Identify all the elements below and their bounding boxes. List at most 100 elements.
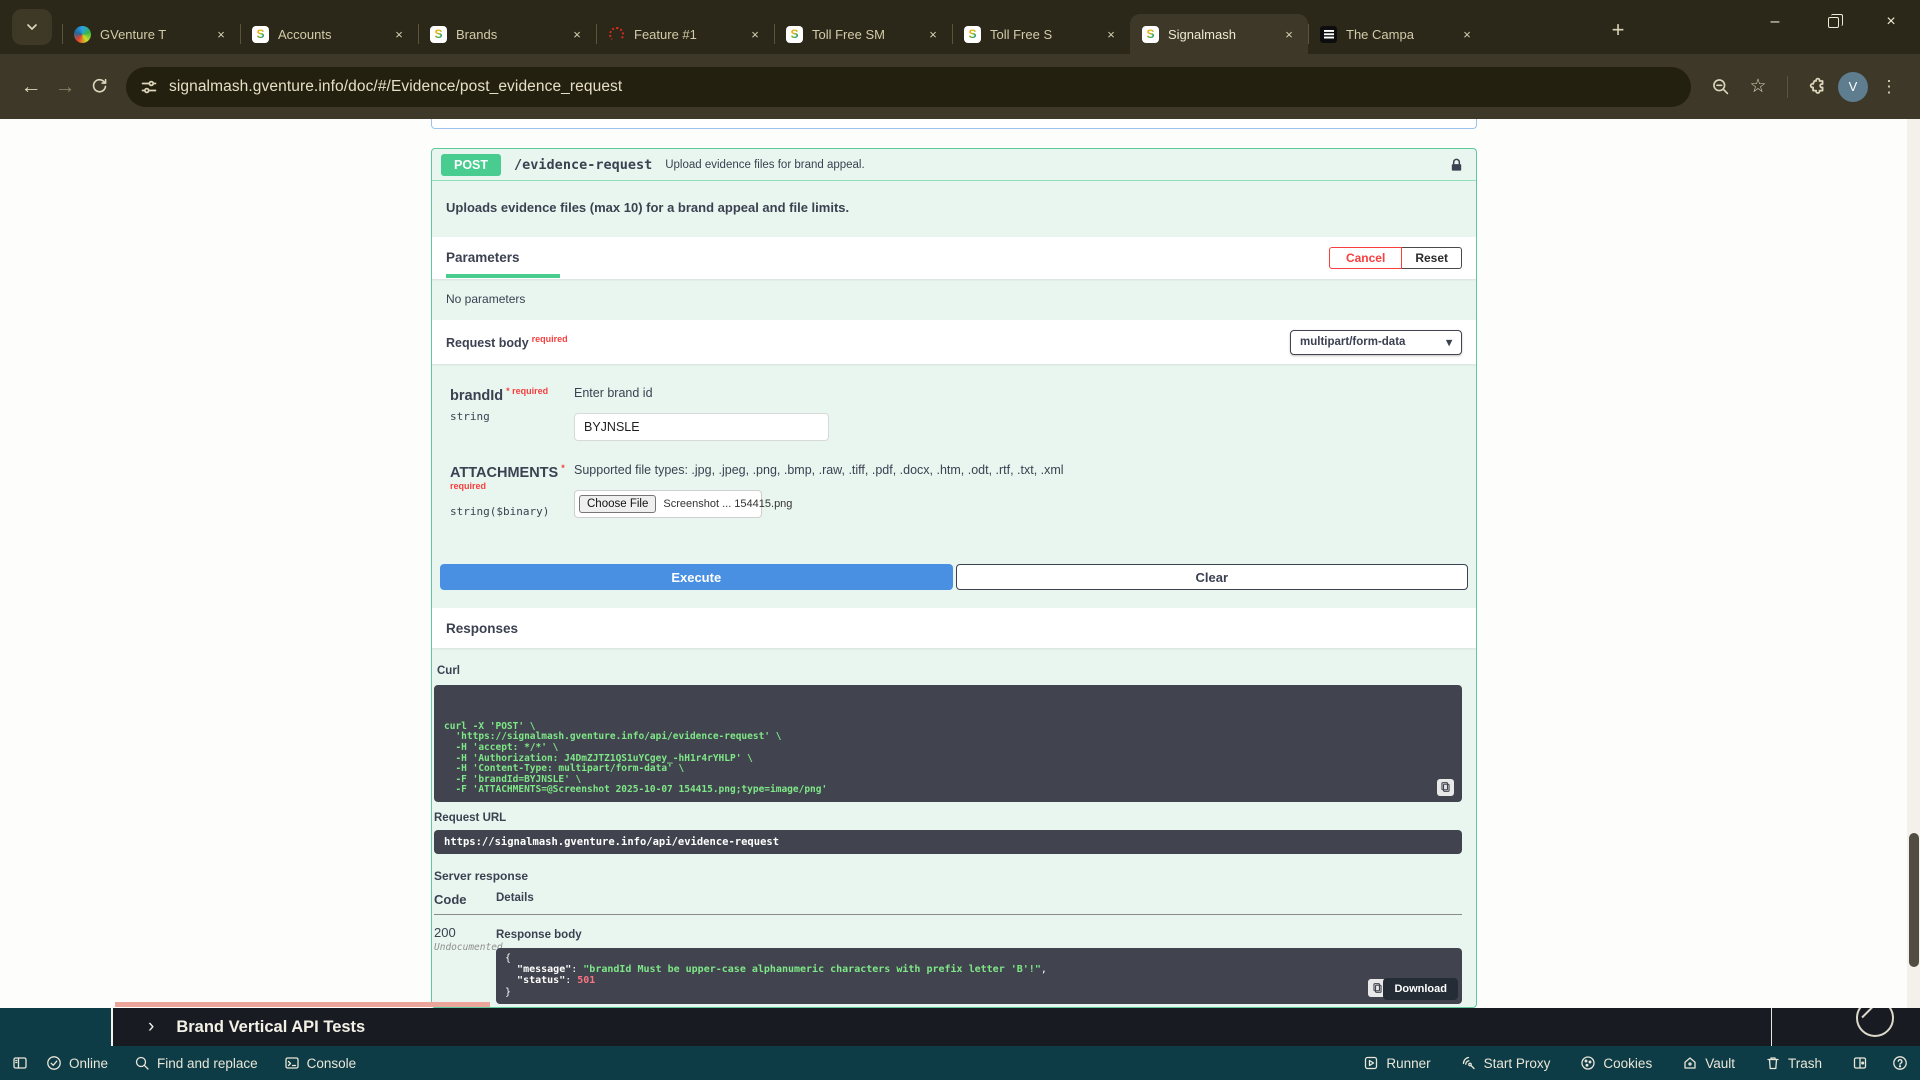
tab-label: The Campa bbox=[1346, 27, 1458, 42]
copy-curl-button[interactable] bbox=[1437, 779, 1454, 796]
page-viewport: POST /evidence-request Upload evidence f… bbox=[0, 119, 1920, 1008]
curl-line: -H 'accept: */*' \ bbox=[444, 743, 1452, 754]
download-button[interactable]: Download bbox=[1383, 978, 1458, 1000]
online-status[interactable]: Online bbox=[46, 1055, 108, 1071]
postman-status-bar: Online Find and replace Console Runner S… bbox=[0, 1046, 1920, 1080]
choose-file-button[interactable]: Choose File bbox=[579, 495, 656, 513]
tab-search-button[interactable] bbox=[12, 9, 52, 45]
help-icon bbox=[1892, 1055, 1908, 1071]
trash-button[interactable]: Trash bbox=[1765, 1055, 1822, 1071]
endpoint-path: /evidence-request bbox=[514, 157, 652, 173]
address-bar[interactable]: signalmash.gventure.info/doc/#/Evidence/… bbox=[126, 67, 1691, 107]
scrollbar-thumb[interactable] bbox=[1909, 833, 1919, 967]
toolbar-divider bbox=[1787, 76, 1788, 98]
request-body-header: Request bodyrequired multipart/form-data… bbox=[432, 320, 1476, 364]
endpoint-description: Uploads evidence files (max 10) for a br… bbox=[432, 181, 1476, 237]
request-url-value: https://signalmash.gventure.info/api/evi… bbox=[434, 830, 1462, 854]
restore-button[interactable] bbox=[1804, 0, 1862, 44]
tab-close-icon[interactable]: × bbox=[390, 25, 408, 43]
field-name: ATTACHMENTS* required bbox=[450, 463, 574, 499]
split-panel-icon bbox=[1852, 1055, 1868, 1071]
field-type: string($binary) bbox=[450, 505, 574, 518]
tab-parameters[interactable]: Parameters bbox=[446, 250, 520, 267]
tab-close-icon[interactable]: × bbox=[1458, 25, 1476, 43]
url-text[interactable]: signalmash.gventure.info/doc/#/Evidence/… bbox=[169, 78, 622, 96]
browser-titlebar: GVenture T × Accounts × Brands × Feature… bbox=[0, 0, 1920, 54]
browser-tab[interactable]: The Campa × bbox=[1308, 14, 1486, 54]
browser-tab[interactable]: Signalmash × bbox=[1130, 14, 1308, 54]
browser-tab[interactable]: Feature #1 × bbox=[596, 14, 774, 54]
response-body-wrap: { "message": "brandId Must be upper-case… bbox=[496, 948, 1462, 1004]
panel-layout-button[interactable] bbox=[1852, 1055, 1868, 1071]
vault-button[interactable]: Vault bbox=[1682, 1055, 1735, 1071]
forward-button[interactable]: → bbox=[48, 70, 82, 104]
tab-close-icon[interactable]: × bbox=[1280, 25, 1298, 43]
bookmark-button[interactable]: ☆ bbox=[1741, 70, 1775, 104]
content-type-select[interactable]: multipart/form-data ▾ bbox=[1290, 330, 1462, 355]
parameters-header: Parameters Cancel Reset bbox=[432, 237, 1476, 279]
reload-button[interactable] bbox=[82, 70, 116, 104]
brand-id-input[interactable]: BYJNSLE bbox=[574, 413, 829, 441]
restore-icon bbox=[1828, 17, 1839, 28]
console-label: Console bbox=[307, 1056, 357, 1071]
browser-tab[interactable]: Accounts × bbox=[240, 14, 418, 54]
tab-label: Accounts bbox=[278, 27, 390, 42]
zoom-out-icon bbox=[1711, 77, 1730, 96]
curl-line: -H 'Content-Type: multipart/form-data' \ bbox=[444, 764, 1452, 775]
chevron-right-icon[interactable]: › bbox=[148, 1016, 154, 1038]
find-and-replace-button[interactable]: Find and replace bbox=[134, 1055, 258, 1071]
minimize-button[interactable]: – bbox=[1746, 0, 1804, 44]
browser-tab[interactable]: Brands × bbox=[418, 14, 596, 54]
site-settings-icon[interactable] bbox=[140, 78, 158, 96]
tab-close-icon[interactable]: × bbox=[924, 25, 942, 43]
chevron-down-icon: ▾ bbox=[1446, 335, 1452, 349]
execute-button[interactable]: Execute bbox=[440, 564, 953, 590]
request-body-label: Request bodyrequired bbox=[446, 334, 568, 350]
response-body-json: { "message": "brandId Must be upper-case… bbox=[496, 948, 1462, 1004]
curl-line: -F 'ATTACHMENTS=@Screenshot 2025-10-07 1… bbox=[444, 785, 1452, 796]
back-button[interactable]: ← bbox=[14, 70, 48, 104]
clear-button[interactable]: Clear bbox=[956, 564, 1469, 590]
file-input[interactable]: Choose File Screenshot ... 154415.png bbox=[574, 490, 762, 518]
browser-tab[interactable]: Toll Free S × bbox=[952, 14, 1130, 54]
browser-tab[interactable]: GVenture T × bbox=[62, 14, 240, 54]
tab-label: Feature #1 bbox=[634, 27, 746, 42]
toolbar-icons: ☆ V ⋮ bbox=[1703, 70, 1906, 104]
tab-label: Signalmash bbox=[1168, 27, 1280, 42]
endpoint-header[interactable]: POST /evidence-request Upload evidence f… bbox=[432, 149, 1476, 181]
tab-close-icon[interactable]: × bbox=[746, 25, 764, 43]
tab-close-icon[interactable]: × bbox=[1102, 25, 1120, 43]
extensions-button[interactable] bbox=[1800, 70, 1834, 104]
content-type-value: multipart/form-data bbox=[1300, 336, 1405, 348]
tab-close-icon[interactable]: × bbox=[212, 25, 230, 43]
new-tab-button[interactable]: + bbox=[1604, 16, 1632, 44]
find-replace-label: Find and replace bbox=[157, 1056, 258, 1071]
lock-icon[interactable] bbox=[1449, 157, 1464, 173]
request-url-label: Request URL bbox=[434, 812, 1462, 824]
curl-line: 'https://signalmash.gventure.info/api/ev… bbox=[444, 732, 1452, 743]
cookies-button[interactable]: Cookies bbox=[1580, 1055, 1652, 1071]
tab-favicon bbox=[430, 26, 447, 43]
browser-tab[interactable]: Toll Free SM × bbox=[774, 14, 952, 54]
start-proxy-label: Start Proxy bbox=[1484, 1056, 1551, 1071]
cancel-button[interactable]: Cancel bbox=[1329, 247, 1402, 269]
console-icon bbox=[284, 1055, 300, 1071]
sidebar-layout-icon bbox=[12, 1055, 28, 1071]
cookie-icon bbox=[1580, 1055, 1596, 1071]
zoom-button[interactable] bbox=[1703, 70, 1737, 104]
method-badge: POST bbox=[441, 154, 501, 176]
sidebar-toggle-button[interactable] bbox=[12, 1055, 28, 1071]
start-proxy-button[interactable]: Start Proxy bbox=[1461, 1055, 1551, 1071]
collection-row[interactable]: › Brand Vertical API Tests bbox=[148, 1008, 365, 1046]
field-row-attachments: ATTACHMENTS* required string($binary) Su… bbox=[450, 463, 1462, 518]
menu-button[interactable]: ⋮ bbox=[1872, 70, 1906, 104]
close-button[interactable]: × bbox=[1862, 0, 1920, 44]
console-button[interactable]: Console bbox=[284, 1055, 357, 1071]
tab-favicon bbox=[252, 26, 269, 43]
reset-button[interactable]: Reset bbox=[1402, 247, 1462, 269]
help-button[interactable] bbox=[1892, 1055, 1908, 1071]
collection-title: Brand Vertical API Tests bbox=[176, 1018, 365, 1037]
runner-button[interactable]: Runner bbox=[1363, 1055, 1430, 1071]
profile-avatar[interactable]: V bbox=[1838, 72, 1868, 102]
tab-close-icon[interactable]: × bbox=[568, 25, 586, 43]
